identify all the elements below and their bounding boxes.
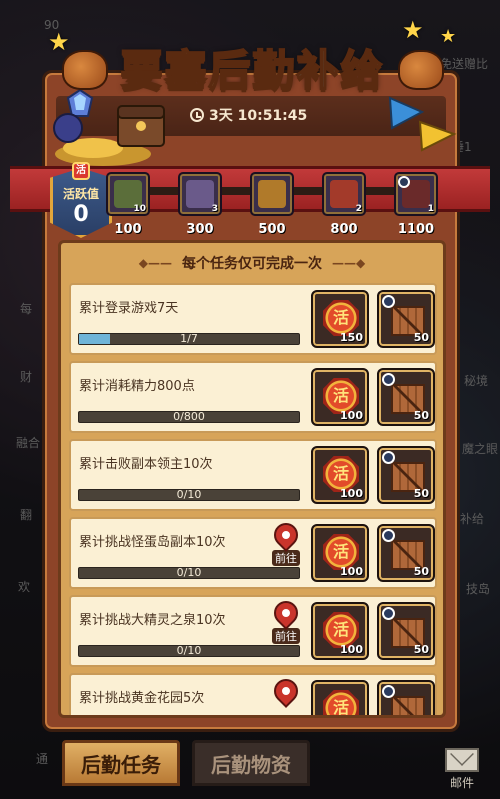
- supply-crate-reward-icon[interactable]: [377, 680, 435, 715]
- task-row: 累计登录游戏7天 1/7 活 150 50: [69, 283, 437, 355]
- task-list[interactable]: ◆—— 每个任务仅可完成一次 ——◆ 累计登录游戏7天 1/7 活 150 50 累计消耗…: [58, 240, 446, 718]
- supply-crate-reward-icon[interactable]: 50: [377, 602, 435, 660]
- activity-reward-count: 100: [340, 409, 363, 422]
- activity-reward-count: 150: [340, 331, 363, 344]
- task-name: 累计击败副本领主10次: [79, 457, 213, 472]
- milestone-count: 1: [427, 204, 434, 214]
- supply-crate-reward-icon[interactable]: 50: [377, 446, 435, 504]
- star-icon: ★: [440, 26, 457, 47]
- task-name: 累计挑战大精灵之泉10次: [79, 613, 226, 628]
- milestone-threshold: 800: [330, 222, 358, 237]
- activity-emblem-icon: 活: [72, 162, 90, 180]
- goto-label: 前往: [272, 550, 300, 566]
- activity-reward-count: 100: [340, 643, 363, 656]
- task-progress-text: 1/7: [180, 332, 198, 345]
- title-accent: 补给: [295, 45, 385, 96]
- milestone-threshold: 1100: [397, 222, 435, 237]
- milestone-reward-icon[interactable]: [250, 172, 294, 216]
- mail-button[interactable]: 邮件: [440, 748, 484, 794]
- mail-icon: [445, 748, 479, 772]
- task-name: 累计挑战黄金花园5次: [79, 691, 205, 706]
- activity-reward-icon[interactable]: 活 100: [311, 524, 369, 582]
- task-row: 累计挑战大精灵之泉10次 0/10 前往活 100 50: [69, 595, 437, 667]
- task-name: 累计挑战怪蛋岛副本10次: [79, 535, 226, 550]
- activity-reward-icon[interactable]: 活: [311, 680, 369, 715]
- clock-icon: [382, 685, 395, 698]
- crate-reward-count: 50: [413, 331, 429, 344]
- star-icon: ★: [48, 28, 70, 56]
- clock-icon: [190, 108, 204, 122]
- crate-reward-count: 50: [413, 487, 429, 500]
- clock-icon: [382, 373, 395, 386]
- milestone-reward-icon[interactable]: 2: [322, 172, 366, 216]
- activity-reward-icon[interactable]: 活 100: [311, 602, 369, 660]
- event-timer: 3天 10:51:45: [190, 105, 307, 125]
- location-pin-icon: [269, 596, 303, 630]
- activity-emblem-icon: 活: [323, 690, 359, 715]
- milestone-count: 10: [133, 204, 146, 214]
- milestone-count: 3: [211, 204, 218, 214]
- milestone-reward-icon[interactable]: 3: [178, 172, 222, 216]
- milestone-art: [330, 180, 358, 208]
- goto-button[interactable]: 前往: [268, 518, 304, 567]
- supply-crate-reward-icon[interactable]: 50: [377, 524, 435, 582]
- activity-reward-icon[interactable]: 活 100: [311, 368, 369, 426]
- timer-text: 3天 10:51:45: [209, 108, 308, 124]
- goto-label: 前往: [272, 628, 300, 644]
- milestone-art: [258, 180, 286, 208]
- crate-reward-count: 50: [413, 643, 429, 656]
- title-main: 要塞后勤: [119, 45, 297, 96]
- task-progress-text: 0/10: [176, 488, 202, 501]
- task-row: 累计消耗精力800点 0/800 活 100 50: [69, 361, 437, 433]
- supply-crate-reward-icon[interactable]: 50: [377, 290, 435, 348]
- milestone-count: 2: [355, 204, 362, 214]
- milestone-art: [186, 180, 214, 208]
- task-list-subtitle: ◆—— 每个任务仅可完成一次 ——◆: [61, 247, 443, 279]
- crate-icon: [391, 696, 425, 715]
- activity-reward-icon[interactable]: 活 100: [311, 446, 369, 504]
- task-progress-text: 0/10: [176, 644, 202, 657]
- crate-reward-count: 50: [413, 409, 429, 422]
- flag-decoration-icon: [388, 96, 457, 152]
- milestone-reward-icon[interactable]: 10: [106, 172, 150, 216]
- task-name: 累计消耗精力800点: [79, 379, 195, 394]
- clock-icon: [382, 295, 395, 308]
- clock-icon: [398, 176, 410, 188]
- location-pin-icon: [269, 674, 303, 708]
- tab-logistics-supplies[interactable]: 后勤物资: [192, 740, 310, 786]
- tab-logistics-tasks[interactable]: 后勤任务: [62, 740, 180, 786]
- crate-reward-count: 50: [413, 565, 429, 578]
- milestone-threshold: 300: [186, 222, 214, 237]
- task-progress-text: 0/10: [176, 566, 202, 579]
- activity-reward-count: 100: [340, 565, 363, 578]
- subtitle-text: 每个任务仅可完成一次: [182, 256, 322, 272]
- mail-label: 邮件: [449, 776, 474, 790]
- task-row: 累计挑战怪蛋岛副本10次 0/10 前往活 100 50: [69, 517, 437, 589]
- goto-button[interactable]: [268, 674, 304, 715]
- activity-value: 0: [73, 202, 89, 227]
- activity-reward-icon[interactable]: 活 150: [311, 290, 369, 348]
- milestone-threshold: 500: [258, 222, 286, 237]
- milestone-reward-icon[interactable]: 1: [394, 172, 438, 216]
- goto-button[interactable]: 前往: [268, 596, 304, 645]
- milestone-threshold: 100: [114, 222, 142, 237]
- supply-crate-reward-icon[interactable]: 50: [377, 368, 435, 426]
- clock-icon: [382, 607, 395, 620]
- task-row: 累计挑战黄金花园5次 活: [69, 673, 437, 715]
- location-pin-icon: [269, 518, 303, 552]
- task-progress-text: 0/800: [173, 410, 205, 423]
- page-title: 要塞后勤 补给: [80, 36, 425, 98]
- activity-label: 活跃值: [62, 187, 99, 201]
- activity-reward-count: 100: [340, 487, 363, 500]
- diamond-icon: ◆——: [138, 256, 172, 270]
- clock-icon: [382, 451, 395, 464]
- diamond-icon: ——◆: [332, 256, 366, 270]
- task-row: 累计击败副本领主10次 0/10 活 100 50: [69, 439, 437, 511]
- treasure-chest-icon: [53, 88, 165, 166]
- clock-icon: [382, 529, 395, 542]
- task-name: 累计登录游戏7天: [79, 301, 179, 316]
